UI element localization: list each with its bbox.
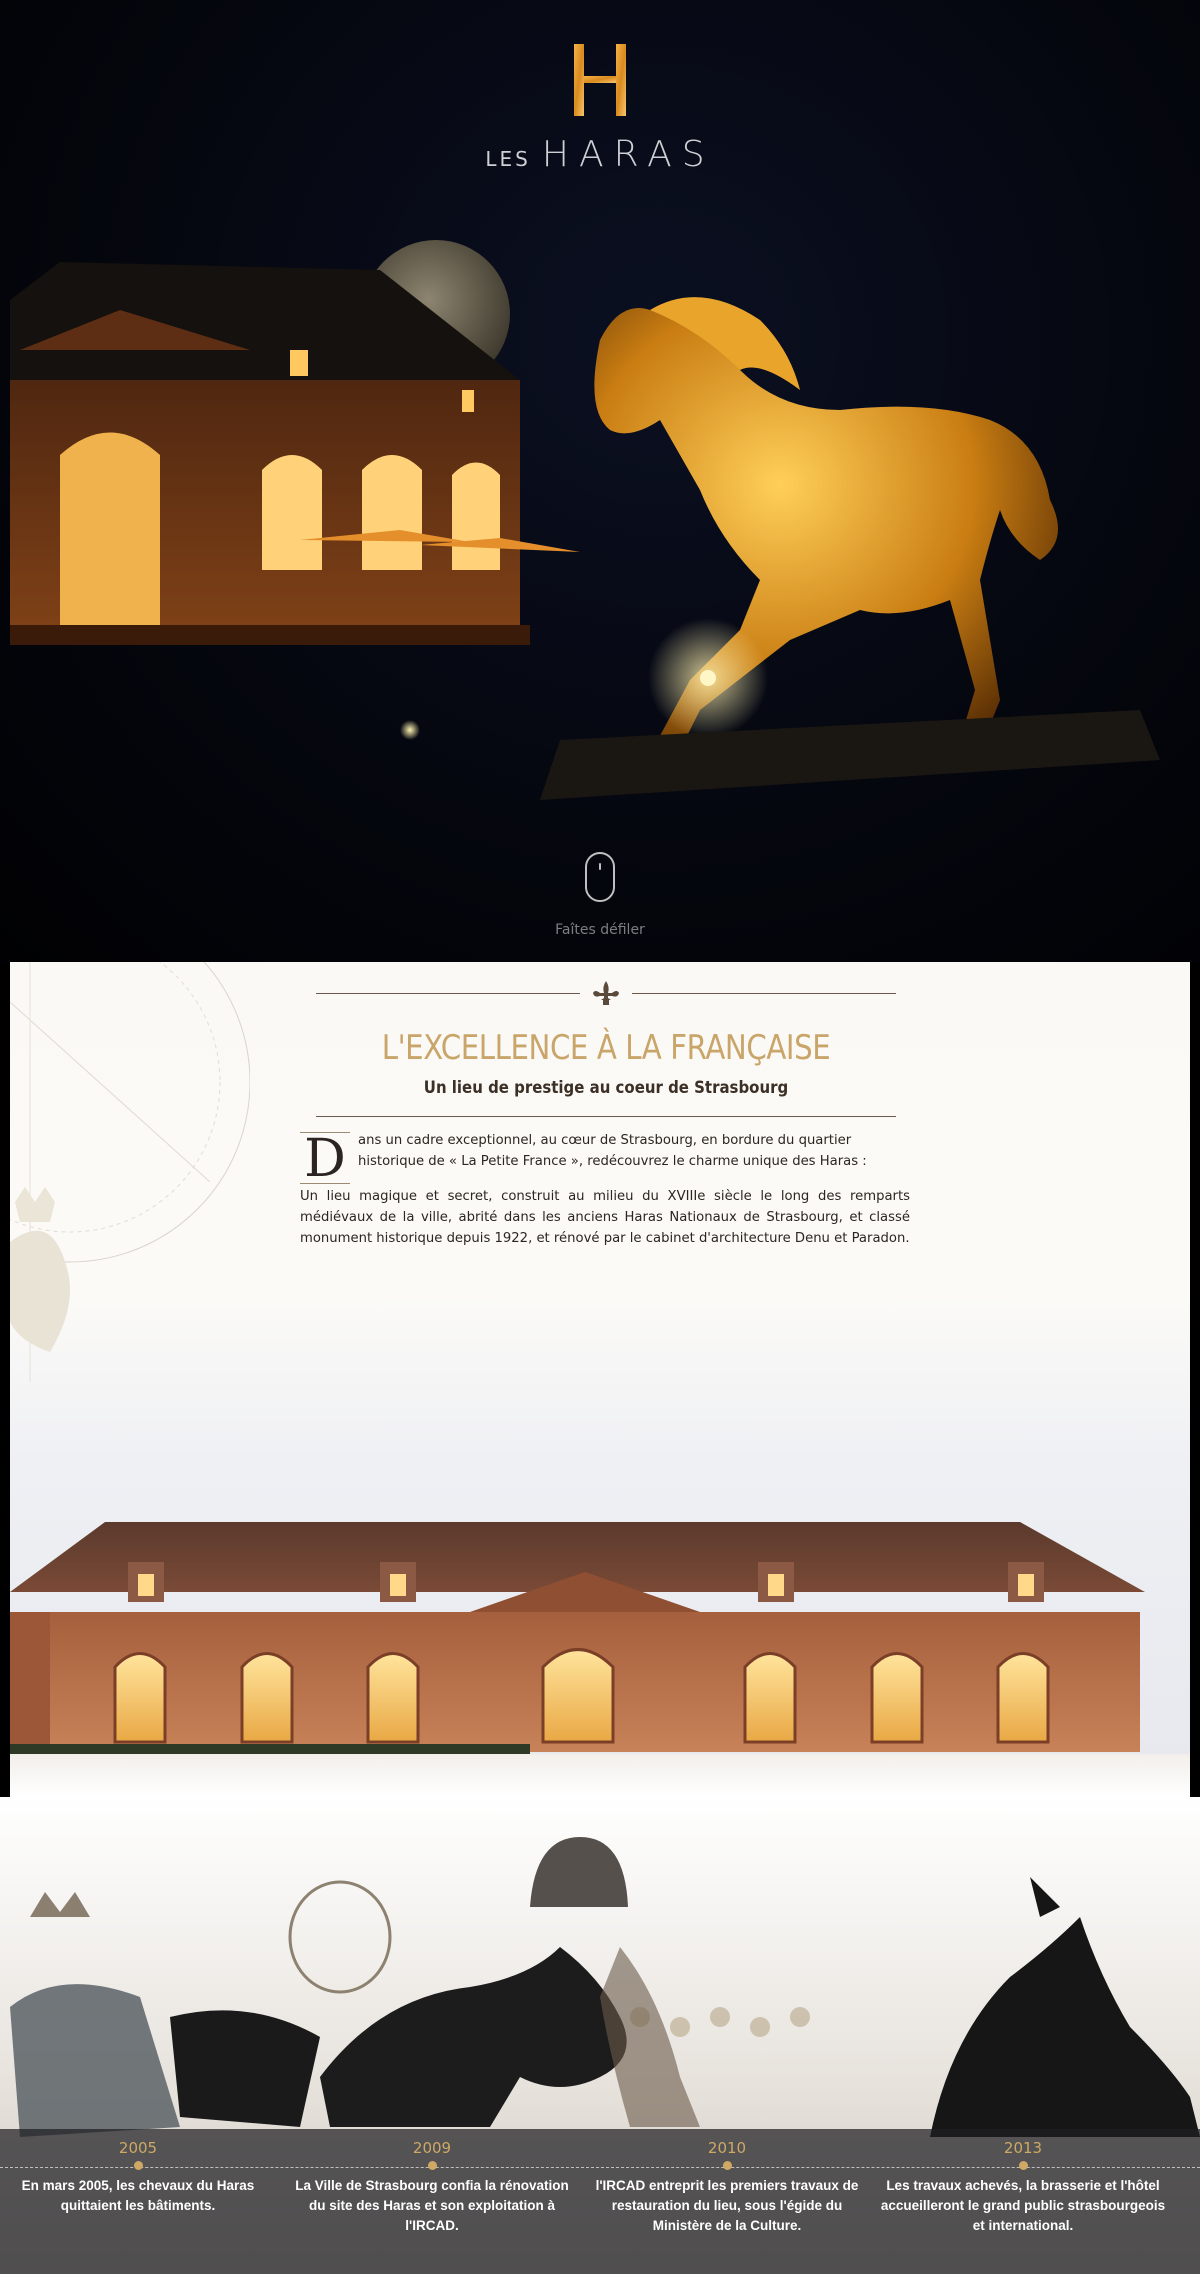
drop-cap: D bbox=[300, 1132, 350, 1185]
scroll-label: Faîtes défiler bbox=[555, 922, 645, 938]
timeline-text: La Ville de Strasbourg confia la rénovat… bbox=[295, 2178, 569, 2233]
scroll-hint[interactable]: Faîtes défiler bbox=[0, 852, 1200, 938]
timeline-text: Les travaux achevés, la brasserie et l'h… bbox=[880, 2178, 1166, 2233]
intro-paragraph: D ans un cadre exceptionnel, au cœur de … bbox=[300, 1130, 910, 1185]
hero-section: LES HARAS Faîtes défiler bbox=[0, 0, 1200, 962]
mouse-icon bbox=[585, 852, 615, 902]
intro-text: D ans un cadre exceptionnel, au cœur de … bbox=[300, 1130, 910, 1249]
building-photo bbox=[10, 1522, 1190, 1797]
page-title: L'EXCELLENCE À LA FRANÇAISE bbox=[381, 1028, 831, 1068]
timeline-item[interactable]: 2009 La Ville de Strasbourg confia la ré… bbox=[282, 2139, 582, 2236]
hero-image bbox=[10, 240, 1160, 800]
fleur-de-lis-icon bbox=[593, 981, 619, 1005]
intro-paragraph-2: Un lieu magique et secret, construit au … bbox=[300, 1189, 910, 1246]
intro-section: L'EXCELLENCE À LA FRANÇAISE Un lieu de p… bbox=[10, 962, 1190, 1797]
timeline-year: 2005 bbox=[118, 2139, 158, 2157]
timeline-text: En mars 2005, les chevaux du Haras quitt… bbox=[21, 2178, 255, 2213]
h-monogram-icon bbox=[574, 44, 626, 116]
timeline-item[interactable]: 2010 l'IRCAD entreprit les premiers trav… bbox=[577, 2139, 877, 2236]
timeline-dot bbox=[427, 2161, 437, 2170]
history-section: 2005 En mars 2005, les chevaux du Haras … bbox=[0, 1797, 1200, 2274]
timeline-year: 2013 bbox=[1003, 2139, 1043, 2157]
timeline-item[interactable]: 2005 En mars 2005, les chevaux du Haras … bbox=[0, 2139, 288, 2216]
logo-name: HARAS bbox=[541, 134, 715, 175]
timeline-item[interactable]: 2013 Les travaux achevés, la brasserie e… bbox=[873, 2139, 1173, 2236]
logo-wordmark: LES HARAS bbox=[0, 134, 1200, 175]
ornament-rule bbox=[316, 980, 896, 1006]
site-logo[interactable]: LES HARAS bbox=[0, 40, 1200, 175]
timeline-dot bbox=[133, 2161, 143, 2170]
heraldic-decoration bbox=[10, 962, 250, 1382]
divider bbox=[632, 992, 896, 994]
divider bbox=[316, 1116, 896, 1117]
timeline: 2005 En mars 2005, les chevaux du Haras … bbox=[0, 2129, 1200, 2274]
divider bbox=[316, 992, 580, 994]
timeline-dot bbox=[1018, 2161, 1028, 2170]
timeline-year: 2010 bbox=[707, 2139, 747, 2157]
timeline-year: 2009 bbox=[412, 2139, 452, 2157]
logo-prefix: LES bbox=[485, 147, 531, 171]
page-subtitle: Un lieu de prestige au coeur de Strasbou… bbox=[423, 1078, 789, 1098]
timeline-dot bbox=[722, 2161, 732, 2170]
intro-paragraph-text: ans un cadre exceptionnel, au cœur de St… bbox=[358, 1133, 867, 1169]
timeline-text: l'IRCAD entreprit les premiers travaux d… bbox=[595, 2178, 859, 2233]
intro-heading: L'EXCELLENCE À LA FRANÇAISE Un lieu de p… bbox=[316, 980, 896, 1117]
